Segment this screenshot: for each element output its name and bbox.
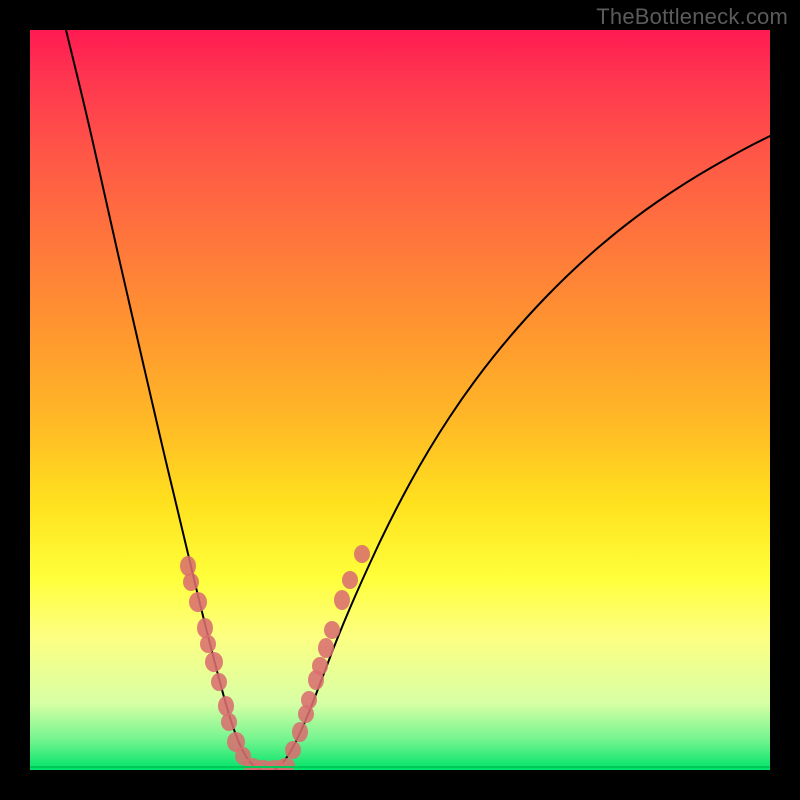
left-curve — [66, 30, 260, 770]
data-point — [211, 673, 227, 691]
data-point — [200, 635, 216, 653]
baseline — [30, 766, 770, 768]
data-point — [312, 657, 328, 675]
data-point — [334, 590, 350, 610]
data-point — [205, 652, 223, 672]
data-points — [180, 545, 370, 770]
data-point — [301, 691, 317, 709]
data-point — [292, 722, 308, 742]
data-point — [277, 758, 295, 770]
data-point — [180, 556, 196, 576]
chart-frame: TheBottleneck.com — [0, 0, 800, 800]
plot-area — [30, 30, 770, 770]
watermark-text: TheBottleneck.com — [596, 4, 788, 30]
data-point — [324, 621, 340, 639]
data-point — [318, 638, 334, 658]
data-point — [183, 573, 199, 591]
data-point — [221, 713, 237, 731]
data-point — [285, 741, 301, 759]
data-point — [218, 696, 234, 716]
curve-layer — [30, 30, 770, 770]
data-point — [189, 592, 207, 612]
data-point — [342, 571, 358, 589]
data-point — [354, 545, 370, 563]
data-point — [197, 618, 213, 638]
right-curve — [275, 136, 770, 770]
